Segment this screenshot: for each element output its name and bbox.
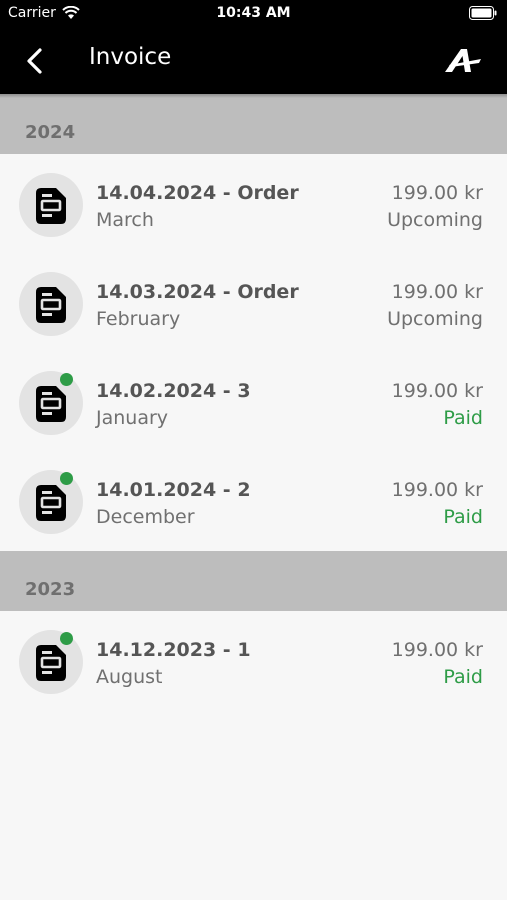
invoice-amount: 199.00 kr [391, 479, 483, 501]
invoice-icon-badge [19, 470, 83, 534]
top-bar: Carrier 10:43 AM Invoice [0, 0, 507, 94]
document-icon [36, 188, 66, 224]
invoice-period: December [96, 506, 195, 528]
invoice-status: Upcoming [387, 308, 483, 330]
document-icon [36, 386, 66, 422]
invoice-title: 14.01.2024 - 2 [96, 479, 251, 501]
invoice-title: 14.12.2023 - 1 [96, 639, 251, 661]
invoice-row[interactable]: 14.03.2024 - Order February 199.00 kr Up… [0, 254, 507, 353]
paid-indicator-dot [60, 472, 73, 485]
clock: 10:43 AM [216, 5, 291, 21]
back-chevron-icon[interactable] [20, 44, 50, 78]
invoice-title: 14.02.2024 - 3 [96, 380, 251, 402]
invoice-row[interactable]: 14.01.2024 - 2 December 199.00 kr Paid [0, 452, 507, 551]
invoice-icon-badge [19, 173, 83, 237]
section-year: 2024 [25, 122, 76, 143]
page-title: Invoice [89, 44, 172, 70]
invoice-amount: 199.00 kr [391, 380, 483, 402]
status-bar: Carrier 10:43 AM [0, 0, 507, 28]
section-header-2024: 2024 [0, 94, 507, 154]
invoice-row[interactable]: 14.12.2023 - 1 August 199.00 kr Paid [0, 612, 507, 711]
document-icon [36, 287, 66, 323]
invoice-period: January [96, 407, 169, 429]
invoice-row[interactable]: 14.02.2024 - 3 January 199.00 kr Paid [0, 353, 507, 452]
invoice-icon-badge [19, 371, 83, 435]
brand-logo-icon [445, 49, 481, 72]
invoice-period: March [96, 209, 154, 231]
invoice-title: 14.04.2024 - Order [96, 182, 299, 204]
invoice-row[interactable]: 14.04.2024 - Order March 199.00 kr Upcom… [0, 155, 507, 254]
invoice-icon-badge [19, 630, 83, 694]
invoice-amount: 199.00 kr [391, 639, 483, 661]
battery-icon [469, 6, 497, 20]
paid-indicator-dot [60, 632, 73, 645]
document-icon [36, 485, 66, 521]
invoice-status: Paid [443, 506, 483, 528]
invoice-amount: 199.00 kr [391, 281, 483, 303]
invoice-period: August [96, 666, 163, 688]
invoice-status: Paid [443, 407, 483, 429]
invoice-period: February [96, 308, 181, 330]
header-shadow [0, 94, 507, 98]
navigation-bar: Invoice [0, 28, 507, 94]
invoice-status: Upcoming [387, 209, 483, 231]
paid-indicator-dot [60, 373, 73, 386]
invoice-status: Paid [443, 666, 483, 688]
document-icon [36, 645, 66, 681]
invoice-title: 14.03.2024 - Order [96, 281, 299, 303]
invoice-amount: 199.00 kr [391, 182, 483, 204]
section-header-2023: 2023 [0, 551, 507, 611]
invoice-icon-badge [19, 272, 83, 336]
section-year: 2023 [25, 579, 76, 600]
